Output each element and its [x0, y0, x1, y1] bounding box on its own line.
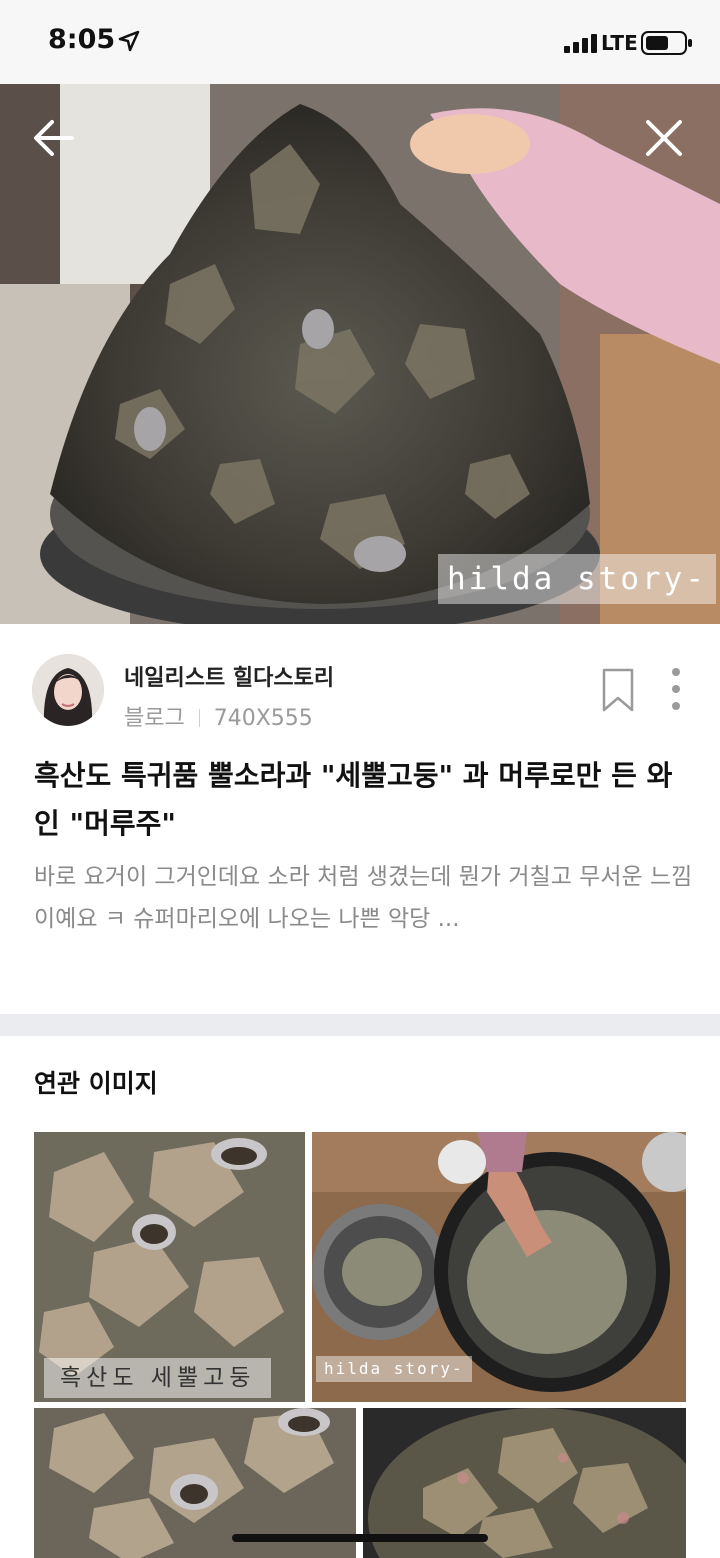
- hero-watermark: hilda story-: [438, 554, 716, 604]
- related-image-1[interactable]: 흑산도 세뿔고둥: [34, 1132, 305, 1402]
- related-image-1-label: 흑산도 세뿔고둥: [44, 1358, 272, 1398]
- image-dimensions: 740X555: [213, 706, 313, 731]
- battery-icon: [641, 31, 692, 55]
- more-vertical-icon[interactable]: [662, 664, 690, 714]
- related-image-2[interactable]: hilda story-: [312, 1132, 686, 1402]
- post-title[interactable]: 흑산도 특귀품 뿔소라과 "세뿔고둥" 과 머루로만 든 와인 "머루주": [34, 752, 694, 848]
- network-type: LTE: [601, 31, 638, 55]
- status-bar: 8:05 LTE: [0, 0, 720, 84]
- related-images-heading: 연관 이미지: [34, 1069, 158, 1098]
- bookmark-icon[interactable]: [598, 666, 638, 714]
- author-name[interactable]: 네일리스트 힐다스토리: [124, 660, 334, 692]
- close-icon[interactable]: [636, 110, 692, 166]
- author-avatar[interactable]: [32, 654, 104, 726]
- location-arrow-icon: [118, 30, 140, 52]
- source-label: 블로그: [124, 706, 185, 731]
- post-meta: 블로그 740X555: [124, 700, 313, 732]
- related-image-2-label: hilda story-: [316, 1356, 472, 1382]
- meta-divider: [198, 709, 200, 727]
- section-divider: [0, 1014, 720, 1036]
- post-summary[interactable]: 바로 요거이 그거인데요 소라 처럼 생겼는데 뭔가 거칠고 무서운 느낌이예요…: [34, 856, 694, 940]
- status-time: 8:05: [48, 24, 116, 55]
- signal-icon: [564, 34, 597, 53]
- home-indicator[interactable]: [232, 1534, 488, 1542]
- back-arrow-icon[interactable]: [26, 110, 82, 166]
- hero-image[interactable]: [0, 84, 720, 624]
